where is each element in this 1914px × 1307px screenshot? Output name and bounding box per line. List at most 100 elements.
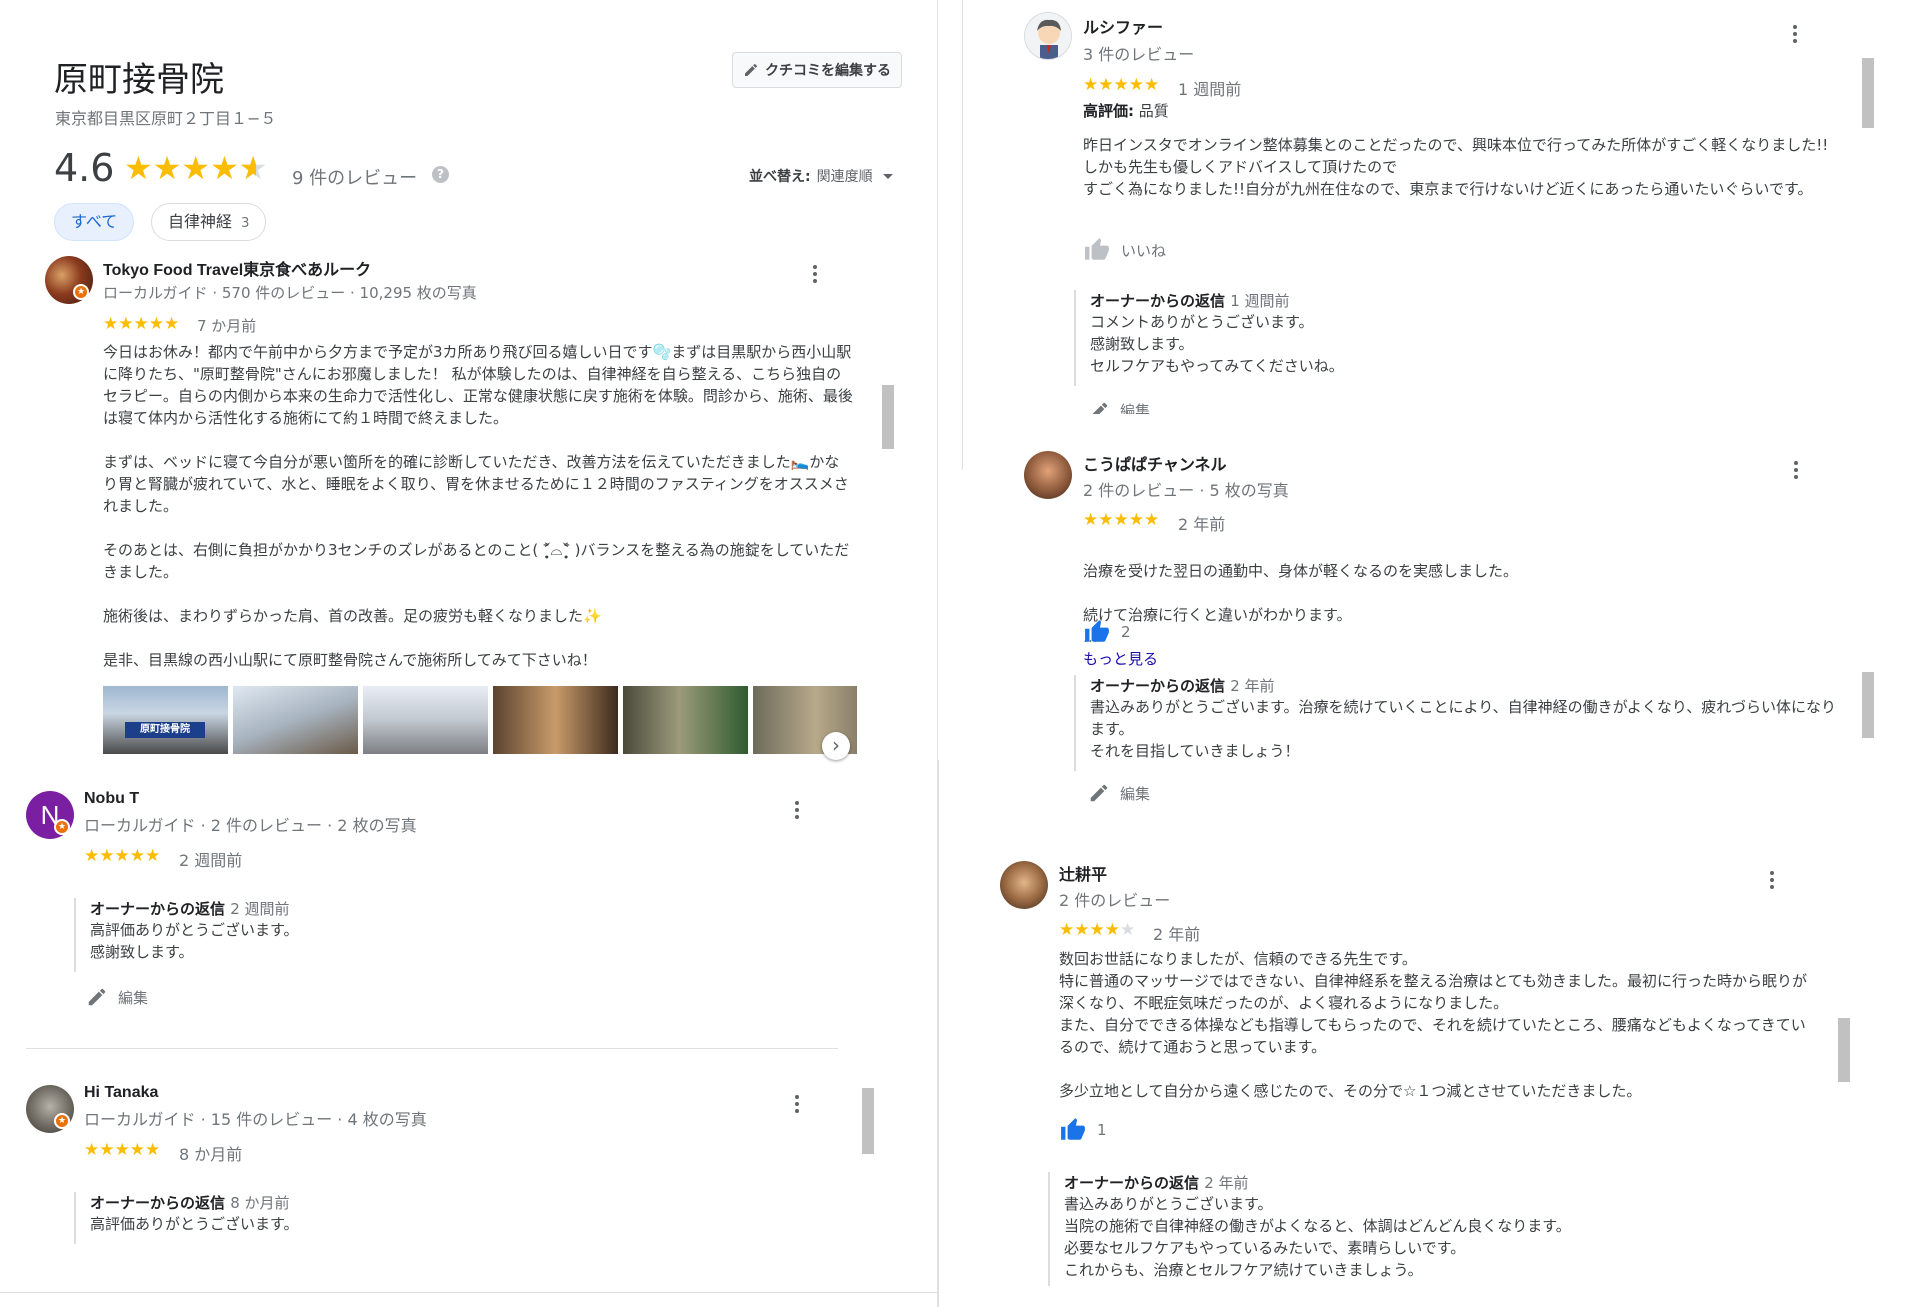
review-time: 2 年前 [1153,925,1201,944]
owner-reply-text: コメントありがとうございます。 感謝致します。 セルフケアもやってみてくださいね… [1090,313,1344,375]
reviewer-meta: ローカルガイド · 15 件のレビュー · 4 枚の写真 [84,1110,427,1129]
owner-reply-title: オーナーからの返信 [90,1194,226,1212]
review-photos[interactable]: 原町接骨院 [103,686,857,754]
review-time: 1 週間前 [1178,80,1242,99]
review-photo[interactable] [233,686,358,754]
pencil-icon [743,62,759,78]
owner-reply-time: 1 週間前 [1230,292,1290,310]
review-text: 数回お世話になりましたが、信頼のできる先生です。 特に普通のマッサージではできな… [1059,950,1808,1100]
edit-reply-button[interactable]: 編集 [1088,782,1150,804]
owner-reply: オーナーからの返信 1 週間前 コメントありがとうございます。 感謝致します。 … [1074,290,1874,386]
pencil-icon [1090,784,1108,802]
owner-reply-title: オーナーからの返信 [1090,292,1226,310]
like-button[interactable]: 2 [1083,619,1131,645]
column-divider [962,0,963,470]
dropdown-arrow-icon [882,173,893,179]
reviewer-name[interactable]: ルシファー [1083,14,1163,38]
highlight-value: 品質 [1138,102,1169,120]
scrollbar[interactable] [1838,1018,1850,1082]
review-time: 2 週間前 [179,851,243,870]
rating-value: 4.6 [54,146,115,190]
avatar[interactable] [1024,451,1072,499]
like-label: いいね [1121,241,1167,260]
review-count[interactable]: 9 件のレビュー [292,164,417,190]
chip-all[interactable]: すべて [54,203,135,241]
review-text: 昨日インスタでオンライン整体募集とのことだったので、興味本位で行ってみた所体がす… [1083,136,1829,198]
owner-reply: オーナーからの返信 2 年前 書込みありがとうございます。 当院の施術で自律神経… [1048,1172,1848,1286]
next-photos-arrow-icon[interactable]: › [822,732,850,760]
owner-reply-title: オーナーからの返信 [90,900,226,918]
local-guide-badge-icon: ★ [54,819,70,835]
reviewer-name[interactable]: Tokyo Food Travel東京食べあルーク [103,256,371,280]
help-icon[interactable]: ? [432,166,449,183]
review-photo[interactable] [493,686,618,754]
pencil-icon [1092,402,1108,414]
thumbs-up-icon [1061,1118,1085,1140]
scrollbar[interactable] [1862,672,1874,738]
sort-label: 並べ替え: [749,169,811,185]
rating-stars: ★★★★★ ★ [124,149,268,187]
divider [26,1048,838,1049]
sort-control[interactable]: 並べ替え: 関連度順 [749,166,893,186]
review-stars: ★★★★★ [103,314,180,334]
reviewer-name[interactable]: Hi Tanaka [84,1084,158,1102]
review-time: 2 年前 [1178,515,1226,534]
reviewer-name[interactable]: Nobu T [84,790,139,808]
chip-autonomic-nerves[interactable]: 自律神経 3 [151,203,267,241]
like-button[interactable]: いいね [1083,237,1166,263]
review-stars: ★★★★★ [84,846,161,866]
edit-review-label: クチコミを編集する [765,63,891,79]
review-text: 治療を受けた翌日の通勤中、身体が軽くなるのを実感しました。 続けて治療に行くと違… [1083,562,1519,668]
cartoon-avatar-icon [1037,19,1061,59]
owner-reply: オーナーからの返信 2 年前 書込みありがとうございます。治療を続けていくことに… [1074,675,1844,771]
owner-reply-time: 2 年前 [1204,1174,1249,1192]
review-highlight: 高評価: 品質 [1083,100,1169,121]
more-options-icon[interactable] [805,260,825,288]
sort-value: 関連度順 [816,169,873,185]
column-divider [938,760,939,1307]
thumbs-up-icon [1085,238,1109,260]
owner-reply-time: 8 か月前 [230,1194,290,1212]
edit-label: 編集 [1120,784,1151,803]
review-time: 8 か月前 [179,1145,243,1164]
avatar[interactable] [1000,861,1048,909]
review-photo[interactable] [363,686,488,754]
edit-label: 編集 [118,988,149,1007]
scrollbar[interactable] [882,385,894,449]
read-more-link[interactable]: もっと見る [1083,650,1158,668]
reviewer-meta: ローカルガイド · 570 件のレビュー · 10,295 枚の写真 [103,284,477,302]
scrollbar[interactable] [862,1088,874,1154]
like-button[interactable]: 1 [1059,1117,1107,1143]
thumbs-up-icon [1085,620,1109,642]
review-stars: ★★★★★ [84,1140,161,1160]
edit-reply-button[interactable]: 編集 [1088,400,1150,414]
place-address: 東京都目黒区原町２丁目１−５ [55,109,277,128]
review-photo[interactable] [623,686,748,754]
more-options-icon[interactable] [787,796,807,824]
owner-reply: オーナーからの返信 8 か月前 高評価ありがとうございます。 [74,1192,874,1244]
reviewer-meta: 2 件のレビュー · 5 枚の写真 [1083,481,1289,500]
owner-reply-time: 2 週間前 [230,900,290,918]
like-count: 1 [1097,1121,1107,1139]
local-guide-badge-icon: ★ [54,1113,70,1129]
reviewer-meta: ローカルガイド · 2 件のレビュー · 2 枚の写真 [84,816,417,835]
owner-reply-title: オーナーからの返信 [1090,677,1226,695]
more-options-icon[interactable] [1762,866,1782,894]
reviewer-meta: 3 件のレビュー [1083,45,1195,64]
like-count: 2 [1121,623,1131,641]
review-photo[interactable]: 原町接骨院 [103,686,228,754]
reviewer-name[interactable]: こうぱぱチャンネル [1083,451,1227,475]
scrollbar[interactable] [1862,58,1874,128]
reviewer-name[interactable]: 辻耕平 [1059,861,1107,885]
owner-reply: オーナーからの返信 2 週間前 高評価ありがとうございます。 感謝致します。 [74,898,874,972]
owner-reply-title: オーナーからの返信 [1064,1174,1200,1192]
owner-reply-text: 高評価ありがとうございます。 感謝致します。 [90,921,299,961]
edit-review-button[interactable]: クチコミを編集する [732,52,902,88]
edit-reply-button[interactable]: 編集 [86,986,148,1008]
highlight-label: 高評価: [1083,102,1134,120]
owner-reply-time: 2 年前 [1230,677,1275,695]
more-options-icon[interactable] [1786,456,1806,484]
more-options-icon[interactable] [1785,20,1805,48]
more-options-icon[interactable] [787,1090,807,1118]
avatar[interactable] [1024,12,1072,60]
